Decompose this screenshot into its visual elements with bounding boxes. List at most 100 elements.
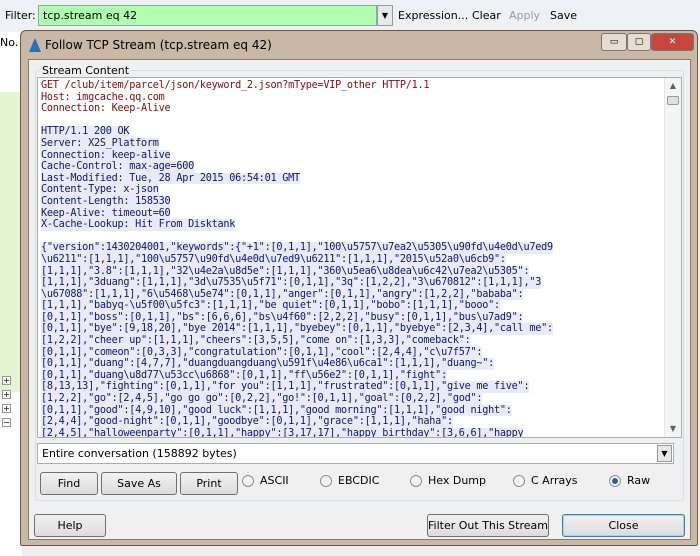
save-as-label: Save As [117, 477, 161, 490]
stream-line-row: Keep-Alive: timeout=60 [41, 207, 661, 220]
stream-line: Keep-Alive: timeout=60 [41, 207, 171, 220]
scroll-thumb[interactable] [667, 96, 679, 105]
stream-line: [0,1,1],"good":[4,9,10],"good luck":[1,1… [41, 404, 512, 417]
chevron-down-icon[interactable]: ▼ [657, 445, 672, 462]
stream-text: GET /club/item/parcel/json/keyword_2.jso… [41, 80, 661, 438]
tree-expander[interactable]: + [2, 390, 11, 399]
filter-dropdown-button[interactable]: ▼ [377, 5, 393, 26]
scroll-down-icon[interactable]: ▼ [665, 421, 681, 437]
close-window-button[interactable]: ✕ [651, 33, 694, 51]
dialog-title: Follow TCP Stream (tcp.stream eq 42) [45, 38, 272, 52]
stream-line: [0,1,1],"boss":[0,1,1],"bs":[6,6,6],"bs\… [41, 311, 524, 324]
filter-label: Filter: [5, 9, 36, 22]
stream-line: Cache-Control: max-age=600 [41, 161, 194, 173]
stream-line-row: Connection: Keep-Alive [41, 103, 661, 115]
stream-line: \u67088":[1,1,1],"6\u5468\u5e74":[0,1,1]… [41, 288, 524, 301]
stream-line-row: GET /club/item/parcel/json/keyword_2.jso… [41, 80, 661, 92]
tree-expander[interactable]: − [2, 418, 11, 427]
radio-icon[interactable] [609, 474, 621, 487]
stream-line-row: \u67088":[1,1,1],"6\u5468\u5e74":[0,1,1]… [41, 288, 661, 301]
stream-line-row: HTTP/1.1 200 OK [41, 126, 661, 138]
radio-label: Hex Dump [428, 474, 486, 487]
apply-button[interactable]: Apply [509, 9, 540, 22]
stream-line-row: Host: imgcache.qq.com [41, 92, 661, 104]
packet-row-highlight [0, 92, 22, 392]
radio-icon[interactable] [242, 474, 254, 487]
radio-icon[interactable] [320, 474, 332, 487]
stream-line: X-Cache-Lookup: Hit From Disktank [41, 219, 236, 231]
vertical-scrollbar[interactable]: ▲ ▼ [664, 78, 681, 437]
tree-expander[interactable]: + [2, 404, 11, 413]
format-radio-ebcdic[interactable]: EBCDIC [320, 474, 379, 487]
stream-line: [1,1,1],"3.8":[1,1,1],"32\u4e2a\u8d5e":[… [41, 265, 530, 278]
stream-line: [2,4,5],"halloweenparty":[0,1,1],"happy"… [41, 427, 524, 438]
stream-line: [2,4,4],"good-night":[0,1,1],"goodbye":[… [41, 416, 453, 428]
stream-line-row: [2,4,4],"good-night":[0,1,1],"goodbye":[… [41, 416, 661, 428]
clear-button[interactable]: Clear [472, 9, 501, 22]
stream-line-row: [0,1,1],"good":[4,9,10],"good luck":[1,1… [41, 404, 661, 417]
stream-line-row: [1,2,2],"cheer up":[1,1,1],"cheers":[3,5… [41, 335, 661, 347]
dialog-client: Stream Content GET /club/item/parcel/jso… [28, 59, 691, 540]
minimize-button[interactable]: ▭ [601, 33, 627, 51]
stream-line: Connection: Keep-Alive [41, 103, 171, 115]
format-radio-raw[interactable]: Raw [609, 474, 650, 487]
close-button[interactable]: Close [562, 514, 685, 537]
stream-line-row: Server: X2S_Platform [41, 137, 661, 150]
conversation-select-value: Entire conversation (158892 bytes) [42, 447, 237, 460]
stream-line-row: [0,1,1],"boss":[0,1,1],"bs":[6,6,6],"bs\… [41, 311, 661, 324]
title-bar: Follow TCP Stream (tcp.stream eq 42) ▭ ▢… [21, 31, 697, 59]
stream-line-row: [0,1,1],"duang\u8d77\u53cc\u6868":[0,1,1… [41, 369, 661, 382]
radio-label: C Arrays [531, 474, 578, 487]
wireshark-fin-icon [29, 38, 41, 52]
stream-line: Connection: keep-alive [41, 149, 171, 162]
filter-input[interactable]: tcp.stream eq 42 [38, 5, 377, 26]
stream-line: [0,1,1],"bye":[9,18,20],"bye 2014":[1,1,… [41, 323, 553, 336]
stream-line: Content-Length: 158530 [41, 195, 171, 208]
tree-expander[interactable]: + [2, 376, 11, 385]
maximize-button[interactable]: ▢ [627, 33, 651, 51]
expression-button[interactable]: Expression... [398, 9, 468, 22]
group-label: Stream Content [40, 64, 132, 77]
filter-out-stream-button[interactable]: Filter Out This Stream [427, 514, 549, 537]
filter-out-label: Filter Out This Stream [428, 519, 548, 532]
radio-label: ASCII [260, 474, 289, 487]
radio-icon[interactable] [410, 474, 422, 487]
save-filter-button[interactable]: Save [550, 9, 577, 22]
stream-line: [1,2,2],"cheer up":[1,1,1],"cheers":[3,5… [41, 335, 471, 347]
stream-line: [0,1,1],"comeon":[0,3,3],"congratulation… [41, 346, 483, 359]
stream-content-text[interactable]: GET /club/item/parcel/json/keyword_2.jso… [37, 77, 682, 438]
filter-toolbar: Filter: tcp.stream eq 42 ▼ Expression...… [0, 0, 700, 32]
stream-line-row: [8,13,13],"fighting":[0,1,1],"for you":[… [41, 381, 661, 394]
format-radio-ascii[interactable]: ASCII [242, 474, 289, 487]
stream-line-row: {"version":1430204001,"keywords":{"+1":[… [41, 242, 661, 254]
stream-line-row: [0,1,1],"comeon":[0,3,3],"congratulation… [41, 346, 661, 359]
stream-line: Host: imgcache.qq.com [41, 91, 165, 103]
help-button[interactable]: Help [34, 514, 106, 537]
packet-list-background: No. + + + − [0, 32, 22, 556]
stream-line: HTTP/1.1 200 OK [41, 126, 130, 138]
stream-line: GET /club/item/parcel/json/keyword_2.jso… [41, 80, 430, 91]
stream-line-row: [1,1,1],"babyq-\u5f00\u5fc3":[1,1,1],"be… [41, 300, 661, 312]
format-radio-c-arrays[interactable]: C Arrays [513, 474, 578, 487]
find-label: Find [57, 477, 81, 490]
follow-tcp-stream-dialog: Follow TCP Stream (tcp.stream eq 42) ▭ ▢… [20, 30, 698, 546]
stream-line-row: [0,1,1],"bye":[9,18,20],"bye 2014":[1,1,… [41, 323, 661, 336]
stream-line: Content-Type: x-json [41, 184, 159, 196]
stream-line-row: X-Cache-Lookup: Hit From Disktank [41, 219, 661, 231]
scroll-up-icon[interactable]: ▲ [665, 78, 681, 94]
stream-line-row: Cache-Control: max-age=600 [41, 161, 661, 173]
stream-line: [1,2,2],"go":[2,4,5],"go go go":[0,2,2],… [41, 393, 483, 405]
stream-line-row: [1,1,1],"3.8":[1,1,1],"32\u4e2a\u8d5e":[… [41, 265, 661, 278]
save-as-button[interactable]: Save As [101, 472, 177, 495]
stream-line-row: Content-Type: x-json [41, 184, 661, 196]
stream-line: [1,1,1],"3duang":[1,1,1],"3d\u7535\u5f71… [41, 277, 542, 289]
close-label: Close [608, 519, 639, 532]
find-button[interactable]: Find [40, 472, 98, 495]
format-radio-hex-dump[interactable]: Hex Dump [410, 474, 486, 487]
conversation-select[interactable]: Entire conversation (158892 bytes) ▼ [37, 443, 674, 464]
print-button[interactable]: Print [180, 472, 238, 495]
radio-icon[interactable] [513, 474, 525, 487]
radio-label: EBCDIC [338, 474, 380, 487]
stream-line: [0,1,1],"duang":[4,7,7],"duangduangduang… [41, 358, 495, 370]
